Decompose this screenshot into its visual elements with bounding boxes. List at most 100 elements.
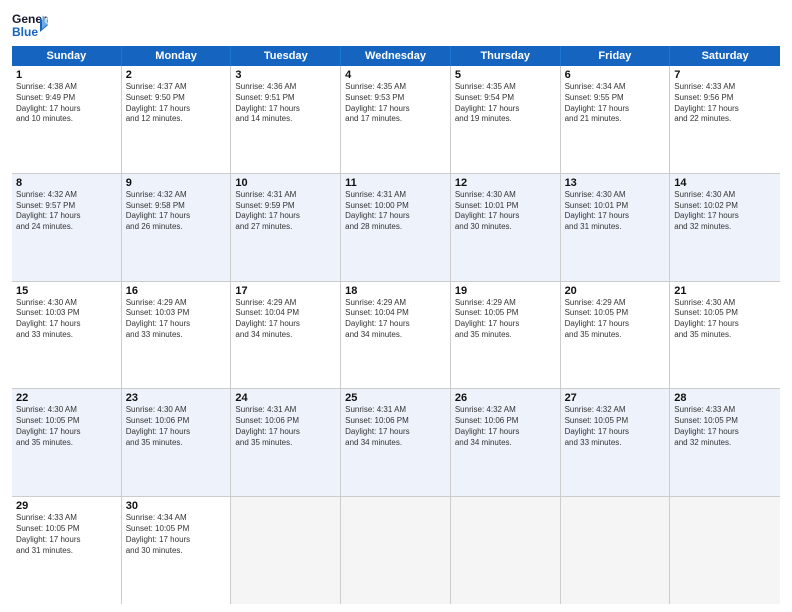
day-cell-3: 3Sunrise: 4:36 AM Sunset: 9:51 PM Daylig… [231, 66, 341, 173]
header-day-monday: Monday [122, 46, 232, 66]
day-info: Sunrise: 4:29 AM Sunset: 10:05 PM Daylig… [455, 298, 556, 341]
day-number: 25 [345, 392, 446, 404]
day-number: 3 [235, 69, 336, 81]
calendar-row-4: 22Sunrise: 4:30 AM Sunset: 10:05 PM Dayl… [12, 389, 780, 497]
day-number: 17 [235, 285, 336, 297]
empty-cell [231, 497, 341, 604]
day-info: Sunrise: 4:33 AM Sunset: 9:56 PM Dayligh… [674, 82, 776, 125]
day-number: 11 [345, 177, 446, 189]
day-info: Sunrise: 4:29 AM Sunset: 10:05 PM Daylig… [565, 298, 666, 341]
day-cell-2: 2Sunrise: 4:37 AM Sunset: 9:50 PM Daylig… [122, 66, 232, 173]
day-number: 26 [455, 392, 556, 404]
calendar-row-5: 29Sunrise: 4:33 AM Sunset: 10:05 PM Dayl… [12, 497, 780, 604]
day-cell-29: 29Sunrise: 4:33 AM Sunset: 10:05 PM Dayl… [12, 497, 122, 604]
day-cell-24: 24Sunrise: 4:31 AM Sunset: 10:06 PM Dayl… [231, 389, 341, 496]
day-cell-23: 23Sunrise: 4:30 AM Sunset: 10:06 PM Dayl… [122, 389, 232, 496]
empty-cell [451, 497, 561, 604]
day-info: Sunrise: 4:32 AM Sunset: 10:06 PM Daylig… [455, 405, 556, 448]
day-cell-21: 21Sunrise: 4:30 AM Sunset: 10:05 PM Dayl… [670, 282, 780, 389]
day-cell-16: 16Sunrise: 4:29 AM Sunset: 10:03 PM Dayl… [122, 282, 232, 389]
svg-text:Blue: Blue [12, 25, 38, 39]
day-cell-25: 25Sunrise: 4:31 AM Sunset: 10:06 PM Dayl… [341, 389, 451, 496]
day-cell-19: 19Sunrise: 4:29 AM Sunset: 10:05 PM Dayl… [451, 282, 561, 389]
day-cell-7: 7Sunrise: 4:33 AM Sunset: 9:56 PM Daylig… [670, 66, 780, 173]
header-day-wednesday: Wednesday [341, 46, 451, 66]
day-number: 10 [235, 177, 336, 189]
day-info: Sunrise: 4:32 AM Sunset: 9:57 PM Dayligh… [16, 190, 117, 233]
day-number: 14 [674, 177, 776, 189]
day-number: 27 [565, 392, 666, 404]
day-number: 19 [455, 285, 556, 297]
day-cell-11: 11Sunrise: 4:31 AM Sunset: 10:00 PM Dayl… [341, 174, 451, 281]
day-cell-30: 30Sunrise: 4:34 AM Sunset: 10:05 PM Dayl… [122, 497, 232, 604]
day-info: Sunrise: 4:32 AM Sunset: 9:58 PM Dayligh… [126, 190, 227, 233]
logo: General Blue [12, 10, 54, 40]
calendar-header: SundayMondayTuesdayWednesdayThursdayFrid… [12, 46, 780, 66]
day-number: 24 [235, 392, 336, 404]
day-number: 15 [16, 285, 117, 297]
header: General Blue [12, 10, 780, 40]
day-number: 2 [126, 69, 227, 81]
header-day-friday: Friday [561, 46, 671, 66]
day-cell-9: 9Sunrise: 4:32 AM Sunset: 9:58 PM Daylig… [122, 174, 232, 281]
day-info: Sunrise: 4:33 AM Sunset: 10:05 PM Daylig… [16, 513, 117, 556]
day-number: 13 [565, 177, 666, 189]
header-day-tuesday: Tuesday [231, 46, 341, 66]
day-info: Sunrise: 4:30 AM Sunset: 10:01 PM Daylig… [455, 190, 556, 233]
day-number: 5 [455, 69, 556, 81]
header-day-saturday: Saturday [670, 46, 780, 66]
day-number: 22 [16, 392, 117, 404]
day-cell-26: 26Sunrise: 4:32 AM Sunset: 10:06 PM Dayl… [451, 389, 561, 496]
calendar-row-3: 15Sunrise: 4:30 AM Sunset: 10:03 PM Dayl… [12, 282, 780, 390]
day-cell-5: 5Sunrise: 4:35 AM Sunset: 9:54 PM Daylig… [451, 66, 561, 173]
day-cell-12: 12Sunrise: 4:30 AM Sunset: 10:01 PM Dayl… [451, 174, 561, 281]
day-info: Sunrise: 4:30 AM Sunset: 10:06 PM Daylig… [126, 405, 227, 448]
day-info: Sunrise: 4:30 AM Sunset: 10:05 PM Daylig… [16, 405, 117, 448]
day-number: 20 [565, 285, 666, 297]
day-info: Sunrise: 4:37 AM Sunset: 9:50 PM Dayligh… [126, 82, 227, 125]
day-info: Sunrise: 4:33 AM Sunset: 10:05 PM Daylig… [674, 405, 776, 448]
calendar-body: 1Sunrise: 4:38 AM Sunset: 9:49 PM Daylig… [12, 66, 780, 604]
day-number: 16 [126, 285, 227, 297]
day-info: Sunrise: 4:35 AM Sunset: 9:53 PM Dayligh… [345, 82, 446, 125]
day-number: 7 [674, 69, 776, 81]
day-number: 12 [455, 177, 556, 189]
day-cell-1: 1Sunrise: 4:38 AM Sunset: 9:49 PM Daylig… [12, 66, 122, 173]
day-info: Sunrise: 4:36 AM Sunset: 9:51 PM Dayligh… [235, 82, 336, 125]
day-cell-20: 20Sunrise: 4:29 AM Sunset: 10:05 PM Dayl… [561, 282, 671, 389]
day-cell-22: 22Sunrise: 4:30 AM Sunset: 10:05 PM Dayl… [12, 389, 122, 496]
day-info: Sunrise: 4:30 AM Sunset: 10:01 PM Daylig… [565, 190, 666, 233]
day-cell-28: 28Sunrise: 4:33 AM Sunset: 10:05 PM Dayl… [670, 389, 780, 496]
day-info: Sunrise: 4:30 AM Sunset: 10:05 PM Daylig… [674, 298, 776, 341]
day-info: Sunrise: 4:34 AM Sunset: 10:05 PM Daylig… [126, 513, 227, 556]
header-day-thursday: Thursday [451, 46, 561, 66]
day-cell-14: 14Sunrise: 4:30 AM Sunset: 10:02 PM Dayl… [670, 174, 780, 281]
day-number: 8 [16, 177, 117, 189]
day-info: Sunrise: 4:29 AM Sunset: 10:04 PM Daylig… [345, 298, 446, 341]
day-number: 21 [674, 285, 776, 297]
day-info: Sunrise: 4:35 AM Sunset: 9:54 PM Dayligh… [455, 82, 556, 125]
empty-cell [670, 497, 780, 604]
calendar-row-2: 8Sunrise: 4:32 AM Sunset: 9:57 PM Daylig… [12, 174, 780, 282]
day-number: 30 [126, 500, 227, 512]
day-cell-4: 4Sunrise: 4:35 AM Sunset: 9:53 PM Daylig… [341, 66, 451, 173]
day-cell-6: 6Sunrise: 4:34 AM Sunset: 9:55 PM Daylig… [561, 66, 671, 173]
day-number: 28 [674, 392, 776, 404]
page: General Blue SundayMondayTuesdayWednesda… [0, 0, 792, 612]
day-info: Sunrise: 4:30 AM Sunset: 10:02 PM Daylig… [674, 190, 776, 233]
day-number: 4 [345, 69, 446, 81]
day-info: Sunrise: 4:30 AM Sunset: 10:03 PM Daylig… [16, 298, 117, 341]
day-info: Sunrise: 4:34 AM Sunset: 9:55 PM Dayligh… [565, 82, 666, 125]
day-info: Sunrise: 4:31 AM Sunset: 10:00 PM Daylig… [345, 190, 446, 233]
empty-cell [341, 497, 451, 604]
empty-cell [561, 497, 671, 604]
day-cell-17: 17Sunrise: 4:29 AM Sunset: 10:04 PM Dayl… [231, 282, 341, 389]
day-cell-15: 15Sunrise: 4:30 AM Sunset: 10:03 PM Dayl… [12, 282, 122, 389]
day-number: 18 [345, 285, 446, 297]
calendar-row-1: 1Sunrise: 4:38 AM Sunset: 9:49 PM Daylig… [12, 66, 780, 174]
day-info: Sunrise: 4:38 AM Sunset: 9:49 PM Dayligh… [16, 82, 117, 125]
day-cell-18: 18Sunrise: 4:29 AM Sunset: 10:04 PM Dayl… [341, 282, 451, 389]
day-info: Sunrise: 4:32 AM Sunset: 10:05 PM Daylig… [565, 405, 666, 448]
day-cell-8: 8Sunrise: 4:32 AM Sunset: 9:57 PM Daylig… [12, 174, 122, 281]
day-info: Sunrise: 4:29 AM Sunset: 10:03 PM Daylig… [126, 298, 227, 341]
